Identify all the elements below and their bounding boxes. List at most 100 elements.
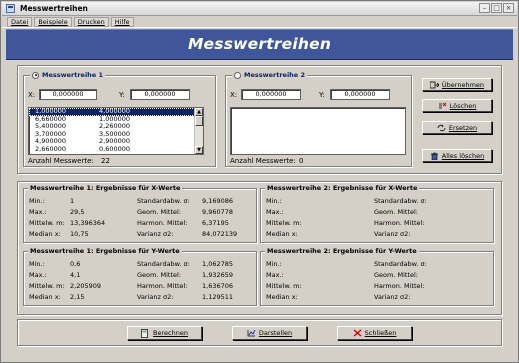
- result-label: Varianz σ2:: [374, 293, 411, 301]
- result-label: Harmon. Mittel:: [374, 282, 425, 290]
- result-label: Max.:: [29, 271, 47, 279]
- close-x-icon: [353, 329, 362, 337]
- menu-hilfe[interactable]: Hilfe: [110, 17, 134, 27]
- result-value: 2,15: [70, 293, 85, 301]
- trash-icon: [430, 152, 439, 160]
- results-y-series2: Messwertreihe 2: Ergebnisse für Y-Werte …: [260, 247, 494, 306]
- alles-loeschen-button[interactable]: Alles löschen: [422, 149, 492, 162]
- series1-group: Messwertreihe 1 X: 0,000000 Y: 0,000000 …: [23, 71, 216, 167]
- series2-x-label: X:: [230, 91, 238, 99]
- loeschen-button[interactable]: Löschen: [422, 99, 492, 112]
- minimize-button[interactable]: –: [479, 3, 490, 13]
- result-label: Mittelw. m:: [266, 219, 302, 227]
- result-value: 1,636706: [202, 282, 234, 290]
- result-value: 29,5: [70, 208, 85, 216]
- result-label: Standardabw. σ:: [137, 260, 190, 268]
- maximize-button[interactable]: □: [491, 3, 502, 13]
- result-label: Mittelw. m:: [29, 219, 65, 227]
- result-label: Min.:: [266, 260, 282, 268]
- ersetzen-button[interactable]: Ersetzen: [422, 121, 492, 134]
- schliessen-button[interactable]: Schließen: [337, 326, 412, 340]
- results-x-series2: Messwertreihe 2: Ergebnisse für X-Werte …: [260, 184, 494, 243]
- series2-label: Messwertreihe 2: [244, 71, 306, 79]
- result-value: 2,205909: [70, 282, 102, 290]
- banner-title: Messwertreihen: [187, 35, 332, 53]
- results-title: Messwertreihe 2: Ergebnisse für X-Werte: [265, 184, 420, 192]
- app-icon: [6, 4, 15, 13]
- result-value: 10,75: [70, 230, 89, 238]
- menu-bar: Datei Beispiele Drucken Hilfe: [2, 17, 517, 28]
- series2-y-input[interactable]: 0,000000: [330, 89, 390, 100]
- series1-scrollbar[interactable]: ▲ ▼: [194, 108, 203, 154]
- results-title: Messwertreihe 2: Ergebnisse für Y-Werte: [265, 247, 419, 255]
- result-label: Min.:: [29, 260, 45, 268]
- series1-radio[interactable]: [32, 71, 39, 79]
- result-value: 1: [70, 197, 75, 205]
- uebernehmen-label: Übernehmen: [441, 80, 485, 89]
- result-value: 1,932659: [202, 271, 234, 279]
- close-button[interactable]: ×: [503, 3, 514, 13]
- result-label: Max.:: [29, 208, 47, 216]
- series2-list[interactable]: [230, 107, 406, 155]
- list-item[interactable]: 2,660000 0,600000: [29, 144, 203, 154]
- delete-icon: [438, 102, 447, 110]
- scroll-thumb[interactable]: [195, 116, 203, 126]
- result-label: Varianz σ2:: [137, 230, 174, 238]
- result-value: 0,6: [70, 260, 81, 268]
- result-label: Median x:: [266, 230, 298, 238]
- title-bar[interactable]: Messwertreihen – □ ×: [2, 2, 517, 16]
- menu-drucken[interactable]: Drucken: [73, 17, 109, 27]
- result-label: Median x:: [266, 293, 298, 301]
- result-label: Median x:: [29, 230, 61, 238]
- schliessen-label: Schließen: [364, 329, 397, 337]
- series2-x-input[interactable]: 0,000000: [241, 89, 301, 100]
- series2-y-label: Y:: [319, 91, 325, 99]
- series1-x-input[interactable]: 0,000000: [39, 89, 97, 100]
- result-value: 13,396364: [70, 219, 106, 227]
- series1-y-input[interactable]: 0,000000: [130, 89, 190, 100]
- calculator-icon: [141, 329, 150, 338]
- result-label: Mittelw. m:: [29, 282, 65, 290]
- darstellen-button[interactable]: Darstellen: [232, 326, 307, 340]
- berechnen-label: Berechnen: [153, 329, 188, 337]
- result-label: Max.:: [266, 271, 284, 279]
- x-value-cell: 2,660000: [35, 144, 67, 153]
- result-label: Min.:: [266, 197, 282, 205]
- header-banner: Messwertreihen: [6, 29, 513, 60]
- results-y-series1: Messwertreihe 1: Ergebnisse für Y-Werte …: [23, 247, 257, 306]
- menu-datei[interactable]: Datei: [7, 17, 33, 27]
- series2-radio[interactable]: [234, 71, 241, 79]
- result-label: Harmon. Mittel:: [137, 282, 188, 290]
- result-label: Min.:: [29, 197, 45, 205]
- transfer-icon: [429, 81, 440, 89]
- scroll-up-button[interactable]: ▲: [195, 108, 203, 116]
- result-value: 9,169086: [202, 197, 234, 205]
- series2-count-label: Anzahl Messwerte:: [230, 157, 296, 165]
- result-label: Geom. Mittel:: [137, 271, 181, 279]
- results-x-series1: Messwertreihe 1: Ergebnisse für X-Werte …: [23, 184, 257, 243]
- result-label: Harmon. Mittel:: [374, 219, 425, 227]
- berechnen-button[interactable]: Berechnen: [127, 326, 202, 340]
- result-label: Varianz σ2:: [137, 293, 174, 301]
- window-title: Messwertreihen: [20, 4, 88, 13]
- results-title: Messwertreihe 1: Ergebnisse für Y-Werte: [28, 247, 182, 255]
- series1-x-label: X:: [28, 91, 36, 99]
- app-window: Messwertreihen – □ × Datei Beispiele Dru…: [0, 0, 519, 363]
- result-label: Standardabw. σ:: [374, 260, 427, 268]
- uebernehmen-button[interactable]: Übernehmen: [422, 78, 492, 91]
- series1-count: 22: [101, 157, 110, 165]
- result-label: Varianz σ2:: [374, 230, 411, 238]
- result-label: Standardabw. σ:: [137, 197, 190, 205]
- ersetzen-label: Ersetzen: [448, 123, 478, 132]
- series2-count: 0: [299, 157, 304, 165]
- series1-list[interactable]: 1,000000 4,000000 6,660000 1,000000 5,400000…: [28, 107, 204, 155]
- results-title: Messwertreihe 1: Ergebnisse für X-Werte: [28, 184, 183, 192]
- result-value: 1,062785: [202, 260, 234, 268]
- scroll-down-button[interactable]: ▼: [195, 146, 203, 154]
- result-value: 1,129511: [202, 293, 234, 301]
- menu-beispiele[interactable]: Beispiele: [34, 17, 72, 27]
- series2-group: Messwertreihe 2 X: 0,000000 Y: 0,000000 …: [225, 71, 412, 167]
- series1-y-label: Y:: [119, 91, 125, 99]
- result-value: 9,960778: [202, 208, 234, 216]
- loeschen-label: Löschen: [449, 101, 477, 110]
